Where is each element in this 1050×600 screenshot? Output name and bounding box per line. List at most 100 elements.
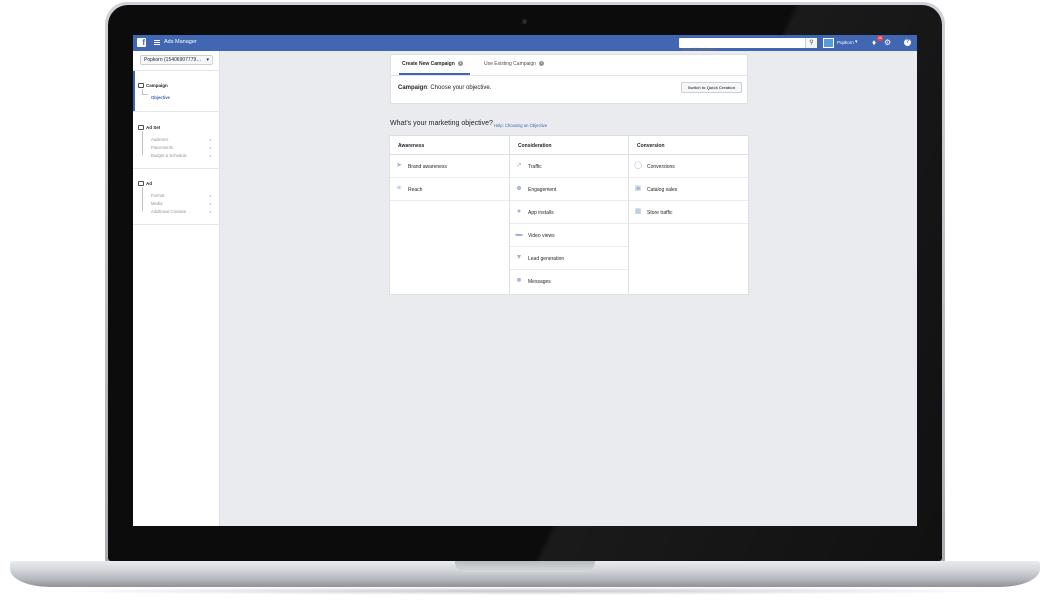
sidebar-item-adset[interactable]: Ad Set	[138, 125, 160, 130]
ad-icon	[138, 181, 144, 186]
objective-video-views[interactable]: ▬ Video views	[510, 224, 629, 247]
chevron-down-icon: ▾	[206, 57, 209, 63]
campaign-instruction: : Choose your objective.	[427, 85, 492, 91]
account-name[interactable]: Popkorn	[837, 40, 854, 45]
objective-label: App installs	[528, 210, 554, 216]
objective-app-installs[interactable]: ● App installs	[510, 201, 629, 224]
sidebar: Popkorn (15406907779… ▾ Campaign Objecti…	[133, 51, 220, 526]
info-icon[interactable]: i	[457, 61, 463, 67]
active-indicator	[133, 71, 135, 111]
megaphone-icon: ➤	[396, 162, 402, 169]
campaign-card: Create New Campaign i Use Existing Campai…	[390, 54, 748, 104]
lock-icon: ●	[209, 209, 212, 214]
chat-icon: ■	[516, 277, 522, 284]
hamburger-menu-icon[interactable]	[154, 40, 160, 45]
sidebar-item-objective[interactable]: Objective	[151, 95, 170, 100]
sidebar-item-additional-creative[interactable]: Additional Creative	[151, 209, 186, 214]
camera-icon	[522, 19, 527, 24]
laptop-shadow	[40, 587, 1010, 595]
sidebar-item-campaign[interactable]: Campaign	[138, 83, 168, 88]
account-select-value: Popkorn (15406907779…	[144, 57, 202, 63]
adset-icon	[138, 125, 144, 130]
account-avatar[interactable]	[823, 38, 834, 48]
search-input[interactable]	[679, 44, 803, 55]
notification-badge: 10	[877, 36, 883, 41]
objective-label: Store traffic	[647, 210, 673, 216]
cursor-icon: ➚	[516, 162, 522, 169]
app-icon: ●	[516, 208, 522, 215]
objective-grid: Awareness ➤ Brand awareness ✳ Reach Cons…	[389, 135, 749, 295]
objective-label: Lead generation	[528, 256, 565, 262]
account-select[interactable]: Popkorn (15406907779… ▾	[140, 55, 213, 65]
search-icon[interactable]: ⚲	[805, 38, 817, 48]
objective-traffic[interactable]: ➚ Traffic	[510, 155, 629, 178]
tab-create-new-campaign[interactable]: Create New Campaign i	[402, 61, 463, 67]
lock-icon: ●	[209, 137, 212, 142]
app-title[interactable]: Ads Manager	[164, 39, 197, 45]
objective-label: Engagement	[528, 187, 557, 193]
column-header: Awareness	[390, 136, 509, 155]
globe-icon: ◯	[634, 162, 642, 169]
sidebar-item-media[interactable]: Media	[151, 201, 162, 206]
chevron-down-icon[interactable]: ▾	[855, 39, 858, 45]
sidebar-section-campaign: Campaign Objective	[133, 70, 220, 111]
lock-icon: ●	[209, 145, 212, 150]
sidebar-section-title: Campaign	[146, 83, 168, 88]
info-icon[interactable]: i	[538, 61, 544, 67]
sidebar-item-format[interactable]: Format	[151, 193, 164, 198]
objective-conversions[interactable]: ◯ Conversions	[629, 155, 748, 178]
gear-icon[interactable]: ⚙	[884, 38, 891, 48]
video-icon: ▬	[515, 231, 523, 238]
bell-icon[interactable]: ♦	[872, 38, 876, 48]
objective-store-traffic[interactable]: ▦ Store traffic	[629, 201, 748, 224]
column-header: Consideration	[510, 136, 629, 155]
reach-icon: ✳	[396, 185, 402, 192]
objective-brand-awareness[interactable]: ➤ Brand awareness	[390, 155, 509, 178]
lock-icon: ●	[209, 193, 212, 198]
objective-label: Traffic	[528, 164, 542, 170]
objective-label: Video views	[528, 233, 555, 239]
objective-label: Messages	[528, 279, 551, 285]
facebook-logo-icon[interactable]: f	[137, 38, 146, 47]
tab-label: Create New Campaign	[402, 61, 455, 67]
ads-manager-screen: f Ads Manager ⚲ Popkorn ▾ ♦ 10 ⚙ ? Popko…	[133, 35, 917, 526]
sidebar-item-audience[interactable]: Audience	[151, 137, 168, 142]
objective-messages[interactable]: ■ Messages	[510, 270, 629, 293]
lock-icon: ●	[209, 201, 212, 206]
objective-label: Catalog sales	[647, 187, 678, 193]
objective-reach[interactable]: ✳ Reach	[390, 178, 509, 201]
tab-use-existing-campaign[interactable]: Use Existing Campaign i	[484, 61, 544, 67]
sidebar-item-ad[interactable]: Ad	[138, 181, 152, 186]
lock-icon: ●	[209, 153, 212, 158]
people-icon: ☻	[515, 185, 523, 192]
help-icon[interactable]: ?	[904, 39, 911, 46]
objective-label: Brand awareness	[408, 164, 447, 170]
campaign-label: Campaign	[398, 85, 428, 91]
column-header: Conversion	[629, 136, 748, 155]
top-navigation-bar: f Ads Manager ⚲ Popkorn ▾ ♦ 10 ⚙ ?	[133, 35, 917, 55]
objective-catalog-sales[interactable]: ▣ Catalog sales	[629, 178, 748, 201]
tree-connector	[142, 131, 148, 155]
objective-label: Reach	[408, 187, 423, 193]
column-consideration: Consideration ➚ Traffic ☻ Engagement ● A…	[509, 136, 629, 294]
column-awareness: Awareness ➤ Brand awareness ✳ Reach	[390, 136, 510, 294]
search-field[interactable]	[679, 38, 817, 55]
funnel-icon: ▼	[515, 254, 523, 261]
sidebar-item-placements[interactable]: Placements	[151, 145, 173, 150]
objective-lead-generation[interactable]: ▼ Lead generation	[510, 247, 629, 270]
help-choosing-objective-link[interactable]: Help: Choosing an Objective	[494, 123, 547, 128]
switch-quick-creation-button[interactable]: Switch to Quick Creation	[681, 82, 742, 93]
objective-engagement[interactable]: ☻ Engagement	[510, 178, 629, 201]
column-conversion: Conversion ◯ Conversions ▣ Catalog sales…	[628, 136, 748, 294]
sidebar-section-title: Ad Set	[146, 125, 161, 130]
objective-label: Conversions	[647, 164, 675, 170]
campaign-heading: Campaign: Choose your objective.	[398, 85, 491, 91]
laptop-notch	[455, 561, 595, 572]
campaign-icon	[138, 83, 144, 88]
store-icon: ▦	[634, 208, 642, 215]
objective-question: What's your marketing objective?	[390, 120, 493, 127]
sidebar-section-ad: Ad Format ● Media ● Additional Creative …	[133, 168, 220, 225]
laptop-mockup: f Ads Manager ⚲ Popkorn ▾ ♦ 10 ⚙ ? Popko…	[0, 0, 1050, 600]
sidebar-item-budget-schedule[interactable]: Budget & Schedule	[151, 153, 187, 158]
cart-icon: ▣	[634, 185, 642, 192]
